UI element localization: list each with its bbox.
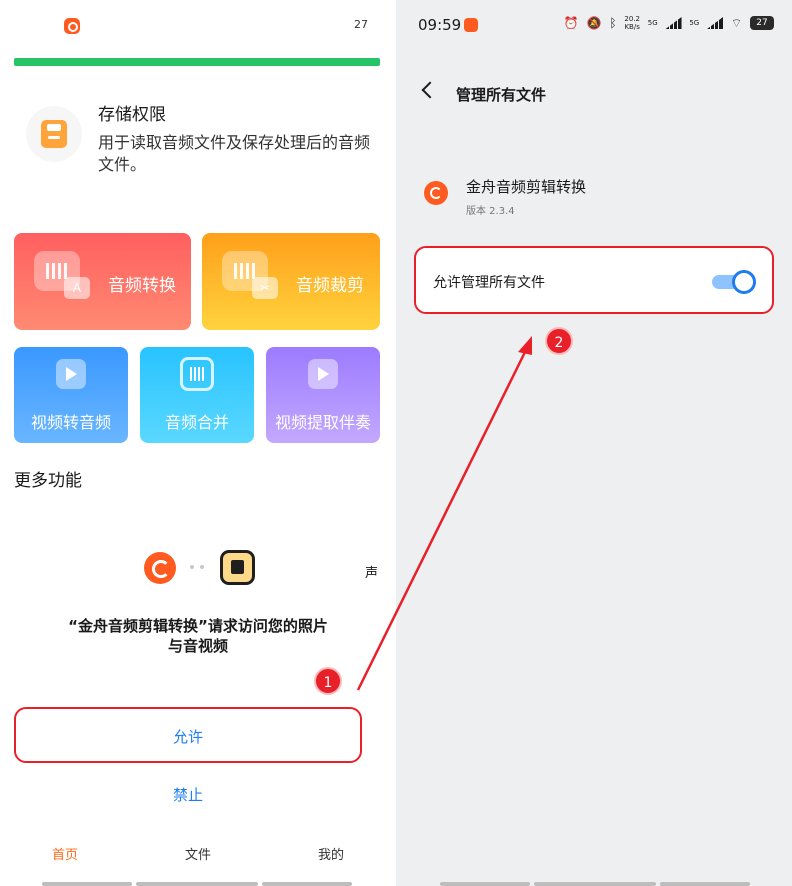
deny-button-label: 禁止	[172, 786, 203, 804]
more-features-heading: 更多功能	[14, 471, 82, 491]
manage-all-files-row[interactable]: 允许管理所有文件	[414, 246, 774, 314]
app-logo-icon	[424, 181, 448, 205]
bluetooth-icon: ᛒ	[609, 16, 617, 30]
feature-label: 视频转音频	[30, 413, 111, 432]
network-speed-unit: KB/s	[624, 23, 640, 31]
network-speed: 20.2 KB/s	[624, 15, 640, 31]
nav-mine[interactable]: 我的	[318, 844, 344, 863]
allow-button-label: 允许	[172, 728, 203, 746]
gesture-bar	[660, 882, 750, 886]
right-screen: 09:59 ⏰ 🔕 ᛒ 20.2 KB/s 5G 5G ⌔ 27 管理所有文件 …	[396, 0, 792, 886]
audio-merge-icon	[180, 357, 214, 391]
step-badge-1: 1	[314, 667, 342, 695]
signal-label-1: 5G	[647, 19, 658, 27]
permission-card: 存储权限 用于读取音频文件及保存处理后的音频文件。	[22, 96, 378, 196]
gesture-bar	[136, 882, 258, 886]
nav-files[interactable]: 文件	[185, 844, 211, 863]
feature-label: 音频合并	[164, 413, 229, 432]
save-icon	[41, 120, 67, 148]
wifi-icon: ⌔	[730, 15, 743, 30]
gesture-bar	[262, 882, 352, 886]
feature-label: 视频提取伴奏	[274, 413, 371, 432]
permission-description: 用于读取音频文件及保存处理后的音频文件。	[98, 133, 371, 174]
feature-audio-merge[interactable]: 音频合并	[140, 347, 254, 443]
manage-all-files-toggle[interactable]	[712, 270, 756, 294]
signal-label-2: 5G	[689, 19, 700, 27]
app-version: 版本 2.3.4	[466, 206, 515, 217]
scissors-icon: ✂	[252, 277, 278, 299]
feature-label: 音频转换	[108, 276, 176, 296]
signal-icon	[707, 17, 724, 29]
status-time: 09:59	[418, 16, 462, 34]
toggle-label: 允许管理所有文件	[433, 275, 545, 291]
app-notification-icon	[64, 18, 80, 34]
app-logo-icon	[144, 552, 176, 584]
video-play-icon	[308, 359, 338, 389]
mute-icon: 🔕	[586, 16, 602, 30]
feature-video-to-audio[interactable]: 视频转音频	[14, 347, 128, 443]
feature-label: 音频裁剪	[296, 276, 364, 296]
bottom-navigation: 首页 文件 我的	[0, 840, 396, 866]
permission-dialog-icons	[0, 550, 396, 586]
back-icon[interactable]	[421, 81, 439, 99]
status-bar: 27	[64, 16, 368, 36]
signal-icon	[665, 17, 682, 29]
step-badge-2: 2	[545, 327, 573, 355]
dialog-message-line2: 与音视频	[167, 637, 228, 655]
permission-dialog-message: “金舟音频剪辑转换”请求访问您的照片 与音视频	[0, 616, 396, 656]
gesture-bar	[440, 882, 530, 886]
storage-permission-icon	[26, 106, 82, 162]
progress-bar	[14, 58, 380, 66]
nav-home[interactable]: 首页	[52, 844, 78, 863]
translate-badge-icon: A	[64, 277, 90, 299]
gesture-bar	[534, 882, 656, 886]
app-name: 金舟音频剪辑转换	[466, 178, 587, 196]
page-title: 管理所有文件	[456, 86, 547, 104]
network-speed-value: 20.2	[624, 15, 640, 23]
feature-audio-trim[interactable]: ✂ 音频裁剪	[202, 233, 380, 330]
storage-icon	[220, 550, 255, 585]
gesture-bar	[42, 882, 132, 886]
toggle-knob	[732, 270, 756, 294]
allow-button[interactable]: 允许	[14, 707, 362, 763]
app-notification-icon	[464, 18, 478, 32]
truncated-text: 声	[364, 566, 378, 581]
connector-dots-icon	[190, 565, 206, 570]
deny-button[interactable]: 禁止	[14, 776, 362, 812]
video-play-icon	[56, 359, 86, 389]
feature-audio-convert[interactable]: A 音频转换	[14, 233, 191, 330]
left-screen: 27 存储权限 用于读取音频文件及保存处理后的音频文件。 A 音频转换 ✂ 音频…	[0, 0, 396, 886]
battery-icon: 27	[750, 16, 774, 30]
permission-title: 存储权限	[98, 105, 166, 125]
alarm-icon: ⏰	[563, 16, 579, 30]
status-icons: ⏰ 🔕 ᛒ 20.2 KB/s 5G 5G ⌔ 27	[560, 15, 774, 35]
status-number: 27	[354, 18, 368, 31]
dialog-message-line1: “金舟音频剪辑转换”请求访问您的照片	[68, 617, 328, 635]
feature-extract-accompaniment[interactable]: 视频提取伴奏	[266, 347, 380, 443]
